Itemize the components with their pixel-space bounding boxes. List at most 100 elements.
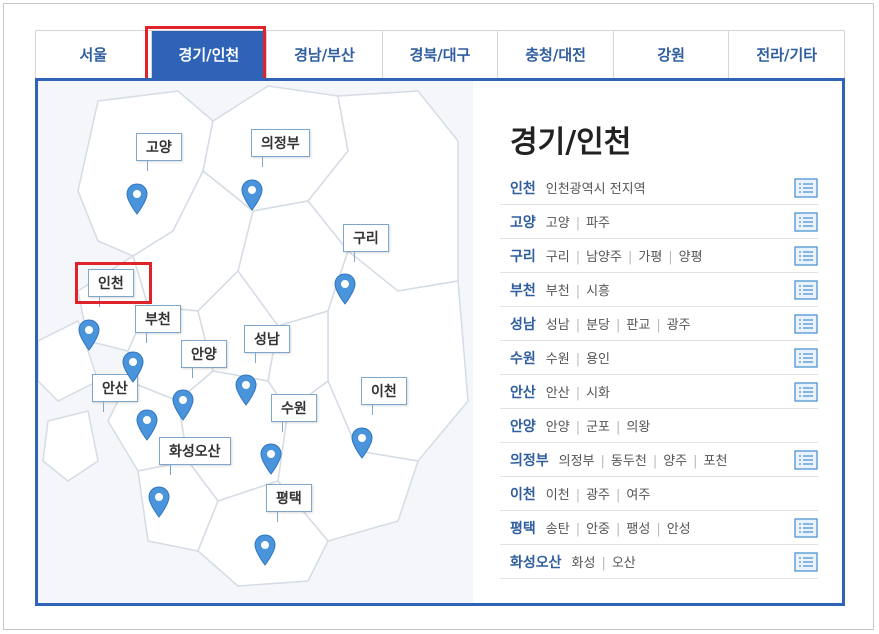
district-name[interactable]: 이천 <box>510 484 536 504</box>
separator: | <box>601 556 606 571</box>
district-name[interactable]: 의정부 <box>510 450 549 470</box>
district-name[interactable]: 안산 <box>510 382 536 402</box>
document-list-icon[interactable] <box>794 450 818 470</box>
district-row: 성남 성남 | 분당 | 판교 | 광주 <box>500 307 818 341</box>
area-name: 판교 <box>626 318 651 333</box>
area-name: 시흥 <box>586 284 610 299</box>
area-name: 팽성 <box>626 522 651 537</box>
document-list-icon[interactable] <box>794 518 818 538</box>
area-name: 오산 <box>611 556 636 571</box>
area-name: 용인 <box>586 352 610 367</box>
map-label-guri[interactable]: 구리 <box>343 224 389 262</box>
district-row: 안산 안산 | 시화 <box>500 375 818 409</box>
area-name: 수원 <box>545 352 570 367</box>
area-name: 화성 <box>571 556 596 571</box>
area-name: 성남 <box>545 318 570 333</box>
map-pin-icon[interactable] <box>126 183 148 215</box>
map-pin-icon[interactable] <box>172 389 194 421</box>
district-name[interactable]: 인천 <box>510 178 536 198</box>
tab-6[interactable]: 전라/기타 <box>729 31 844 78</box>
tab-5[interactable]: 강원 <box>614 31 730 78</box>
document-list-icon[interactable] <box>794 280 818 300</box>
map-label-icheon[interactable]: 이천 <box>361 377 407 415</box>
area-name: 안양 <box>545 420 570 435</box>
separator: | <box>575 352 581 367</box>
map-pin-icon[interactable] <box>122 351 144 383</box>
map-label-seongnam[interactable]: 성남 <box>244 325 290 363</box>
separator: | <box>693 454 698 469</box>
district-name[interactable]: 안양 <box>510 416 536 436</box>
area-name: 고양 <box>545 216 570 231</box>
tab-1[interactable]: 경기/인천 <box>151 31 268 78</box>
area-name: 남양주 <box>586 250 622 265</box>
document-list-icon[interactable] <box>794 314 818 334</box>
map-label-suwon[interactable]: 수원 <box>271 394 317 432</box>
area-name: 안성 <box>666 522 691 537</box>
district-areas: 부천 | 시흥 <box>546 280 610 299</box>
region-title: 경기/인천 <box>510 125 632 160</box>
tab-4[interactable]: 충청/대전 <box>498 31 614 78</box>
district-areas: 안산 | 시화 <box>546 382 610 401</box>
district-areas: 이천 | 광주 | 여주 <box>546 484 651 503</box>
district-row: 의정부 의정부 | 동두천 | 양주 | 포천 <box>500 443 818 477</box>
separator: | <box>575 522 581 537</box>
district-name[interactable]: 구리 <box>510 246 536 266</box>
area-name: 군포 <box>586 420 610 435</box>
area-name: 의정부 <box>558 454 595 469</box>
area-name: 안중 <box>586 522 610 537</box>
district-name[interactable]: 부천 <box>510 280 536 300</box>
region-tabs: 서울 경기/인천 경남/부산 경북/대구 충청/대전 강원 전라/기타 <box>35 30 845 78</box>
separator: | <box>575 386 581 401</box>
area-name: 부천 <box>545 284 570 299</box>
district-row: 인천 인천광역시 전지역 <box>500 171 818 205</box>
map-label-anyang[interactable]: 안양 <box>181 340 227 378</box>
area-name: 시화 <box>586 386 610 401</box>
district-name[interactable]: 성남 <box>510 314 536 334</box>
document-list-icon[interactable] <box>794 178 818 198</box>
area-name: 이천 <box>545 488 570 503</box>
area-name: 포천 <box>703 454 728 469</box>
district-row: 이천 이천 | 광주 | 여주 <box>500 477 818 511</box>
district-row: 평택 송탄 | 안중 | 팽성 | 안성 <box>500 511 818 545</box>
map-pin-icon[interactable] <box>148 486 170 518</box>
map-pin-icon[interactable] <box>254 534 276 566</box>
tab-2[interactable]: 경남/부산 <box>267 31 383 78</box>
district-name[interactable]: 평택 <box>510 518 536 538</box>
map-pin-icon[interactable] <box>136 409 158 441</box>
document-list-icon[interactable] <box>794 382 818 402</box>
map-label-uijeongbu[interactable]: 의정부 <box>251 129 310 167</box>
map-pin-icon[interactable] <box>334 273 356 305</box>
district-row: 화성오산 화성 | 오산 <box>500 545 818 579</box>
district-name[interactable]: 수원 <box>510 348 536 368</box>
district-name[interactable]: 화성오산 <box>510 552 562 572</box>
document-list-icon[interactable] <box>794 348 818 368</box>
district-name[interactable]: 고양 <box>510 212 536 232</box>
area-name: 의왕 <box>626 420 651 435</box>
document-list-icon[interactable] <box>794 246 818 266</box>
district-areas: 인천광역시 전지역 <box>546 178 646 197</box>
map-label-bucheon[interactable]: 부천 <box>135 305 181 343</box>
separator: | <box>575 216 581 231</box>
map-pin-icon[interactable] <box>241 179 263 211</box>
map-label-incheon[interactable]: 인천 <box>88 269 134 307</box>
area-name: 가평 <box>638 250 663 265</box>
map-pin-icon[interactable] <box>78 319 100 351</box>
map-label-goyang[interactable]: 고양 <box>136 133 182 171</box>
district-areas: 화성 | 오산 <box>572 552 636 571</box>
map-label-hwaseong-osan[interactable]: 화성오산 <box>159 437 231 475</box>
district-row: 부천 부천 | 시흥 <box>500 273 818 307</box>
separator: | <box>616 522 621 537</box>
document-list-icon[interactable] <box>794 212 818 232</box>
district-list: 인천 인천광역시 전지역 고양 고양 | 파주 구리 구리 | 남양주 | 가평 | 양평 부천 부천 | 시흥 성… <box>500 171 818 579</box>
district-areas: 수원 | 용인 <box>546 348 610 367</box>
area-name: 송탄 <box>545 522 570 537</box>
tab-0[interactable]: 서울 <box>36 31 152 78</box>
map-pin-icon[interactable] <box>351 427 373 459</box>
map-pin-icon[interactable] <box>235 374 257 406</box>
map-label-pyeongtaek[interactable]: 평택 <box>266 484 312 522</box>
map-pin-icon[interactable] <box>260 443 282 475</box>
area-name: 광주 <box>666 318 691 333</box>
document-list-icon[interactable] <box>794 552 818 572</box>
tab-3[interactable]: 경북/대구 <box>383 31 499 78</box>
separator: | <box>656 522 661 537</box>
